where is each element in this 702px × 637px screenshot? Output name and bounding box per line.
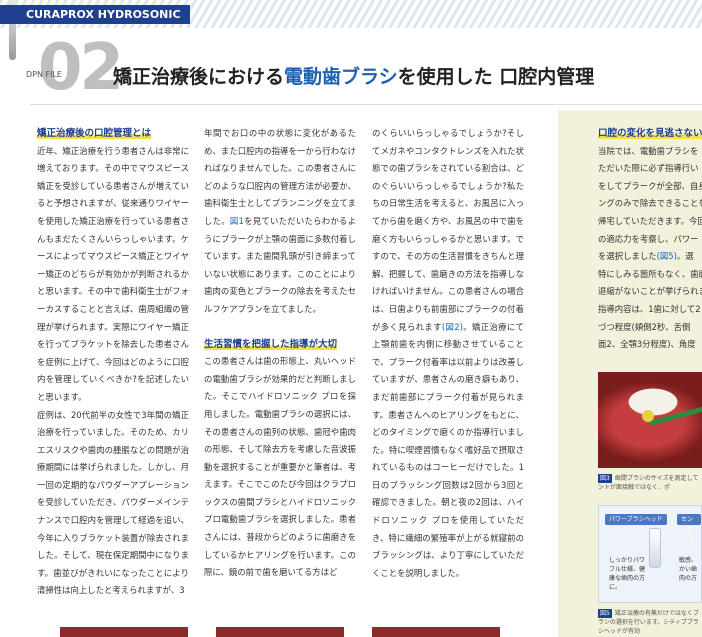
title-highlight: 電動歯ブラシ [284,66,398,88]
article-title: 矯正治療後における電動歯ブラシを使用した 口腔内管理 [113,62,594,89]
text-line: 特にしみる箇所もなく、歯磨 [598,268,702,279]
bottom-photo [216,627,344,637]
column-3: のくらいいらっしゃるでしょうか?そしてメガネやコンタクトレンズを入れた状態での歯… [372,125,524,582]
text-line: をしてプラークが全部、自身 [598,180,702,191]
figure-reference[interactable]: 図1 [230,216,244,226]
column-2: 年間でお口の中の状態に変化があるため、また口腔内の指導を一から行わなければなりま… [204,125,356,582]
figure-3-caption: 図3 歯間ブラシのサイズを測定してントが面接触ではなく、ポ [598,474,702,492]
title-part-1: 矯正治療後における [113,66,285,88]
text-line: を選択しました(図5)。選 [598,251,694,262]
figure-reference[interactable]: (図2) [442,322,463,332]
paragraph: この患者さんは歯の形態上、丸いヘッドの電動歯ブラシが効果的だと判断しました。そこ… [204,356,356,578]
caption-text: 矯正治療の有無だけではなくブラシの選択を行います。シティブブラシヘッドが有効 [598,610,699,635]
product-panel: パワーブラシヘッド センシティブ しっかりパワフル仕様、健康な歯肉の方に。 敏感… [598,505,702,603]
section-heading-aftercare: 矯正治療後の口腔管理とは [37,128,152,139]
dpn-file-label: DPN FILE [26,70,62,79]
figure-3-photo [598,372,702,468]
text-span: 。矯正治療にて上顎前歯を内側に移動させていることで、プラーク付着率は以前よりは改… [372,321,525,578]
text-line: づつ程度(頬側2秒、舌側 [598,321,691,332]
text-line: ングのみで除去できることを [598,198,702,209]
product-text-power: しっかりパワフル仕様、健康な歯肉の方に。 [609,557,646,591]
product-tag-sensitive: センシティブ [677,514,701,545]
section-heading-oral-changes: 口腔の変化を見逃さない [598,128,702,139]
text-line: の適応力を考察し、パワー [598,233,699,244]
figure-number: 図5 [598,609,612,618]
brush-head-icon [649,528,661,568]
column-1: 矯正治療後の口腔管理とは 近年、矯正治療を行う患者さんは非常に増えております。そ… [37,125,189,600]
paragraph: 近年、矯正治療を行う患者さんは非常に増えております。その中でマウスピース矯正を受… [37,145,189,402]
text-line: ただいた際に必ず指導行い [598,163,699,174]
text-line: 面2、全顎3分程度)、角度 [598,339,696,350]
text-line: 帰宅していただきます。今回 [598,215,702,226]
text-line: 指導内容は、1歯に対して2 [598,303,701,314]
text-span: を見ていただいたらわかるようにプラークが上顎の歯面に多数付着しています。また歯間… [204,215,357,314]
bottom-photo [60,627,188,637]
paragraph: 症例は、20代前半の女性で3年間の矯正治療を行っていました。そのため、カリエスリ… [37,409,189,596]
caption-text: 歯間ブラシのサイズを測定してントが面接触ではなく、ポ [598,475,699,491]
figure-5-caption: 図5 矯正治療の有無だけではなくブラシの選択を行います。シティブブラシヘッドが有効 [598,609,702,636]
product-text-sensitive: 敏感、かい歯肉の方 [679,557,698,582]
text-line: 当院では、電動歯ブラシを [598,145,699,156]
product-tag-power: パワーブラシヘッド [605,514,667,525]
text-span: 年間でお口の中の状態に変化があるため、また口腔内の指導を一から行わなければなりま… [204,128,356,226]
issue-number: 02 [38,31,124,105]
brand-bar: CURAPROX HYDROSONIC PRO [0,5,190,40]
interdental-brush-tip [642,410,654,422]
interdental-brush-handle [648,403,702,426]
paragraph: のくらいいらっしゃるでしょうか?そしてメガネやコンタクトレンズを入れた状態での歯… [372,125,524,582]
bottom-photo [372,627,500,637]
column-4: 口腔の変化を見逃さない 当院では、電動歯ブラシを ただいた際に必ず指導行い をし… [598,125,702,354]
title-divider [30,104,702,105]
title-part-2: を使用した 口腔内管理 [397,66,595,88]
figure-reference[interactable]: (図5) [657,251,677,261]
text-span: のくらいいらっしゃるでしょうか?そしてメガネやコンタクトレンズを入れた状態での歯… [372,128,524,332]
figure-number: 図3 [598,474,612,483]
text-line: 退縮がないことが挙げられま [598,286,702,297]
section-heading-lifestyle: 生活習慣を把握した指導が大切 [204,338,338,350]
paragraph: 年間でお口の中の状態に変化があるため、また口腔内の指導を一から行わなければなりま… [204,125,356,319]
